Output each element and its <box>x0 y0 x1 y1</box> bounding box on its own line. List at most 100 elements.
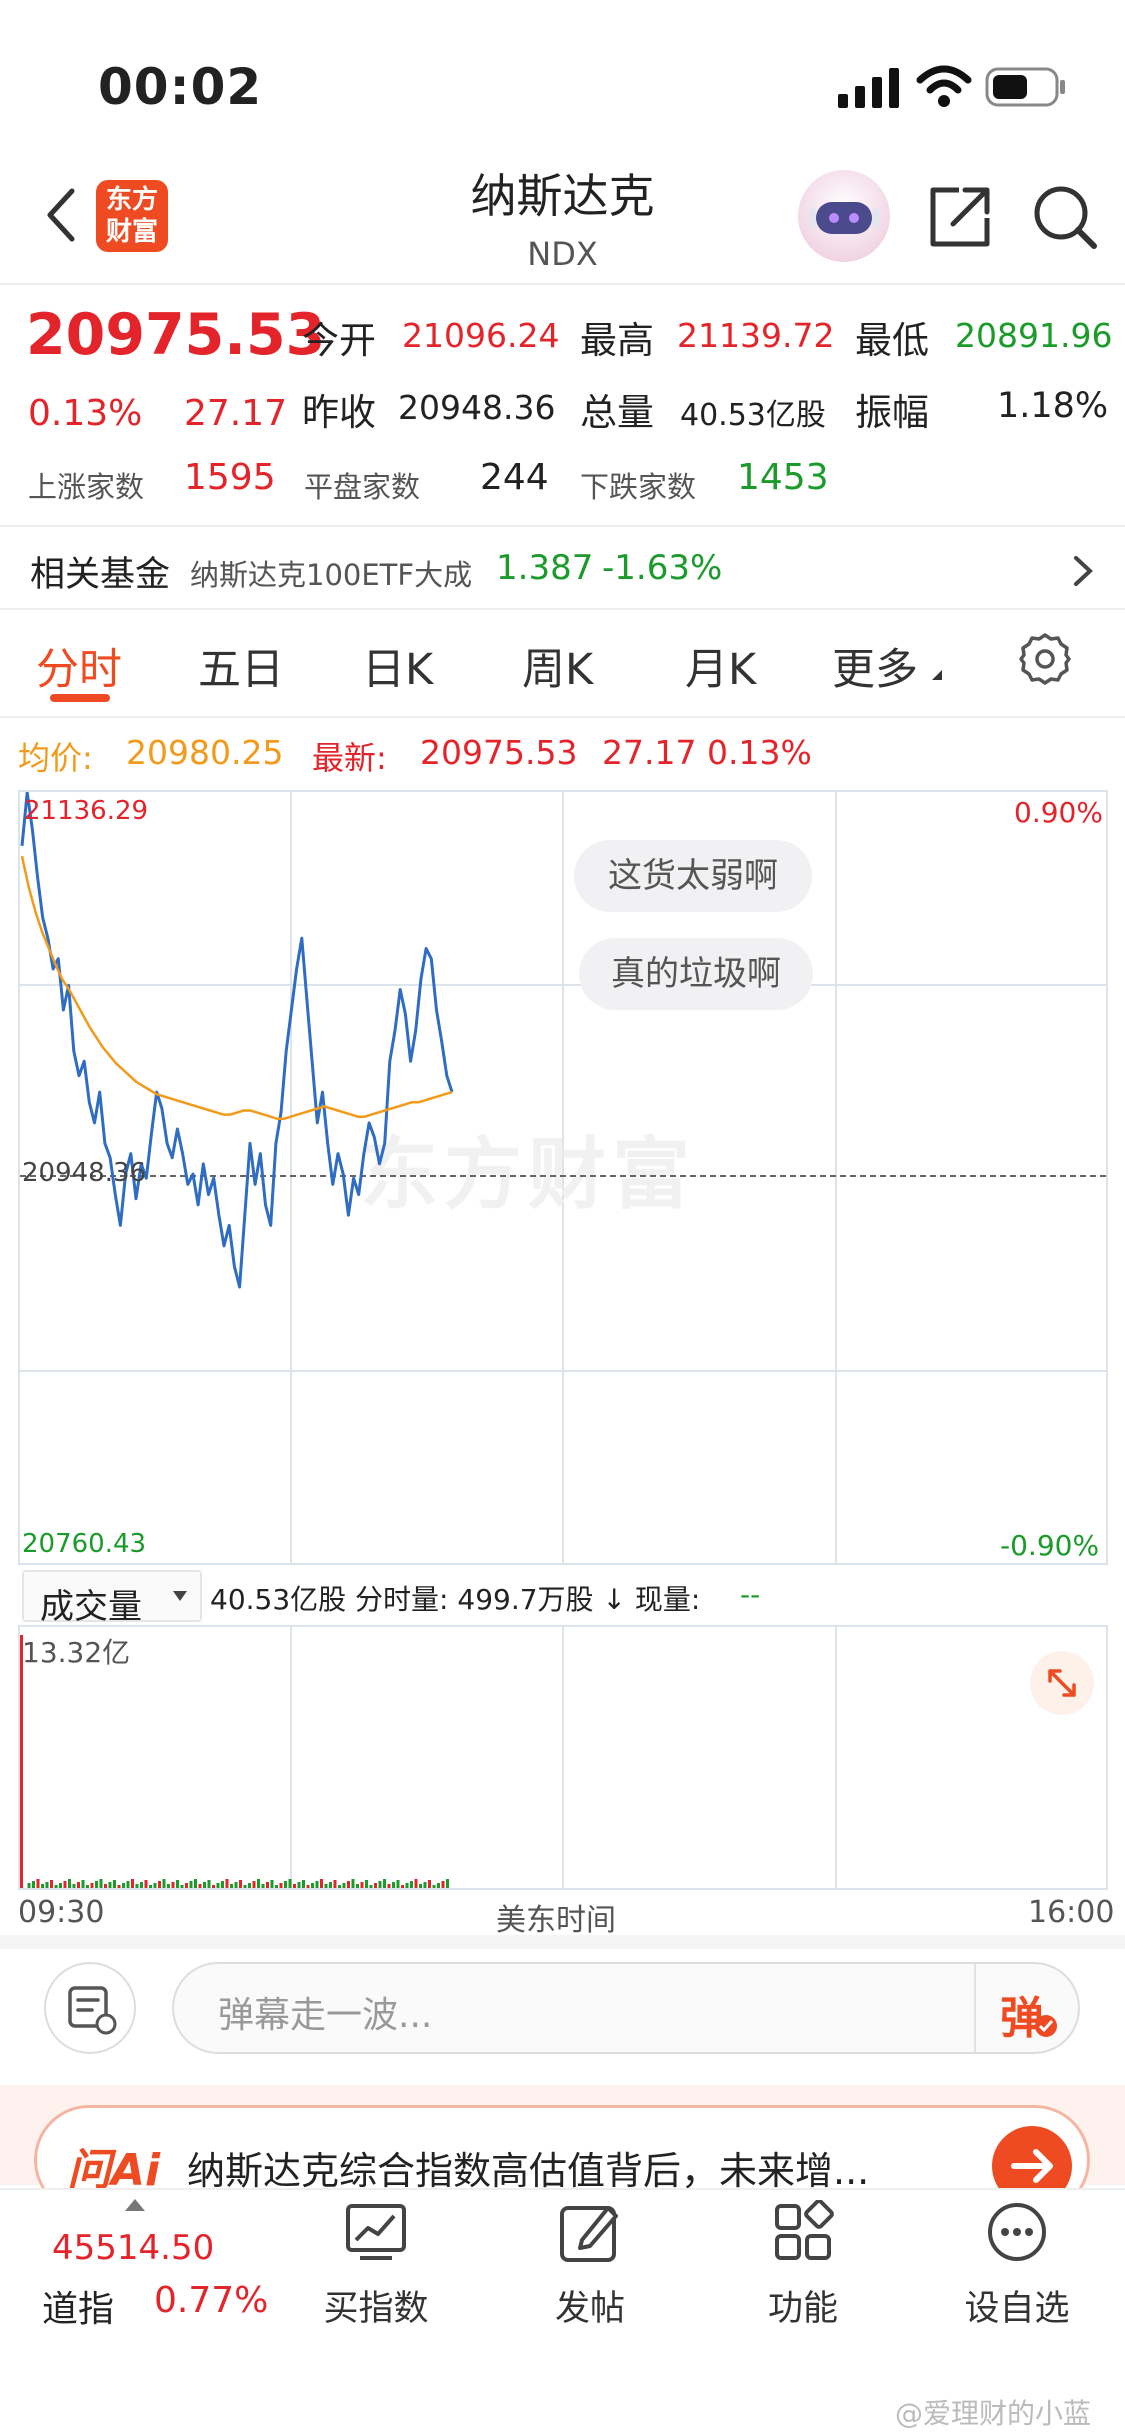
volume-bar <box>149 1885 152 1888</box>
volume-bar <box>63 1881 67 1888</box>
volume-bar <box>90 1883 94 1888</box>
volume-bar <box>270 1880 274 1888</box>
volume-bar <box>203 1882 206 1888</box>
buy-index-button[interactable]: 买指数 <box>276 2280 476 2331</box>
gear-icon[interactable] <box>1018 632 1072 686</box>
low-label: 最低 <box>855 319 929 362</box>
price-line-chart <box>20 792 454 1289</box>
volume-bar <box>189 1881 193 1888</box>
tab-five-day[interactable]: 五日 <box>198 635 284 697</box>
volume-bar <box>423 1882 427 1888</box>
volume-bar <box>50 1880 53 1888</box>
volume-selector[interactable]: 成交量 <box>22 1570 202 1627</box>
volume-bar <box>68 1879 71 1888</box>
volume-bar <box>135 1884 139 1888</box>
volume-bar <box>140 1882 143 1888</box>
volume-bar <box>77 1882 80 1888</box>
volume-bar <box>396 1880 400 1888</box>
volume-bar <box>333 1880 337 1888</box>
add-watchlist-button[interactable]: 设自选 <box>917 2280 1117 2331</box>
pct-min-label: -0.90% <box>1000 1529 1100 1562</box>
change-percent: 0.13% <box>28 393 143 434</box>
open-label: 今开 <box>302 319 376 362</box>
share-icon[interactable] <box>925 182 995 252</box>
volume-bar <box>374 1883 377 1888</box>
volume-bar <box>356 1884 359 1888</box>
avg-price-value: 20980.25 <box>126 733 284 772</box>
index-value[interactable]: 45514.50 <box>52 2228 214 2268</box>
search-icon[interactable] <box>1030 182 1100 252</box>
wifi-icon <box>916 64 972 108</box>
volume-bar <box>95 1881 98 1888</box>
tab-weekly-k[interactable]: 周K <box>522 635 593 697</box>
advancers-label: 上涨家数 <box>28 470 145 504</box>
volume-bar <box>234 1882 238 1888</box>
prev-close-label: 昨收 <box>302 391 376 434</box>
volume-bar <box>230 1884 233 1888</box>
index-name[interactable]: 道指 <box>42 2280 114 2332</box>
volume-bar <box>239 1880 242 1888</box>
volume-bars <box>20 1635 449 1888</box>
expand-icon[interactable] <box>1030 1651 1094 1715</box>
volume-bar <box>171 1882 175 1888</box>
volume-bar <box>297 1882 301 1888</box>
volume-bar <box>387 1884 391 1888</box>
volume-bar <box>324 1884 328 1888</box>
volume-bar <box>41 1884 44 1888</box>
volume-bar <box>279 1883 283 1888</box>
decliners-label: 下跌家数 <box>580 470 697 504</box>
fund-percent: -1.63% <box>602 548 723 588</box>
volume-bar <box>365 1880 368 1888</box>
tab-intraday[interactable]: 分时 <box>36 635 122 697</box>
volume-bar <box>288 1879 292 1888</box>
apps-icon[interactable] <box>703 2199 903 2268</box>
latest-label: 最新: <box>312 739 387 777</box>
index-percent[interactable]: 0.77% <box>154 2280 268 2321</box>
volume-bar <box>225 1879 229 1888</box>
danmu-input[interactable]: 弹幕走一波... 弹 <box>172 1962 1080 2054</box>
volume-bar <box>284 1881 287 1888</box>
volume-bar <box>383 1879 386 1888</box>
volume-bar <box>221 1881 224 1888</box>
related-fund-row[interactable]: 相关基金 纳斯达克100ETF大成 1.387 -1.63% <box>0 528 1125 608</box>
danmu-list-button[interactable] <box>44 1962 136 2054</box>
tab-daily-k[interactable]: 日K <box>362 635 433 697</box>
volume-bar <box>180 1885 184 1888</box>
function-button[interactable]: 功能 <box>703 2280 903 2331</box>
ai-banner-text: 纳斯达克综合指数高估值背后，未来增... <box>187 2149 870 2193</box>
volume-chart: 13.32亿 <box>18 1625 1108 1890</box>
volume-bar <box>144 1880 148 1888</box>
volume-bar <box>207 1880 211 1888</box>
amplitude-value: 1.18% <box>997 386 1109 426</box>
volume-bar <box>59 1883 62 1888</box>
volume-bar <box>446 1879 449 1888</box>
chart-icon[interactable] <box>276 2200 476 2268</box>
related-fund-label: 相关基金 <box>30 555 171 595</box>
volume-bar <box>158 1881 161 1888</box>
volume-bar <box>104 1884 107 1888</box>
volume-bar <box>153 1883 157 1888</box>
more-icon[interactable] <box>917 2200 1117 2268</box>
volume-bar <box>369 1885 373 1888</box>
danmu-bubble: 真的垃圾啊 <box>579 938 813 1010</box>
high-value: 21139.72 <box>677 316 835 355</box>
volume-bar <box>86 1885 89 1888</box>
volume-bar <box>257 1879 260 1888</box>
tab-more[interactable]: 更多 <box>832 635 918 697</box>
volume-bar <box>338 1885 341 1888</box>
tab-monthly-k[interactable]: 月K <box>685 635 756 697</box>
latest-percent: 0.13% <box>707 733 812 772</box>
triangle-down-icon <box>932 670 942 680</box>
edit-icon[interactable] <box>490 2200 690 2268</box>
y-min-label: 20760.43 <box>22 1529 147 1559</box>
check-icon <box>1035 2015 1057 2037</box>
price-chart[interactable]: 东方财富 21136.29 0.90% 20948.36 20760.43 -0… <box>18 790 1108 1565</box>
volume-bar <box>315 1881 319 1888</box>
post-button[interactable]: 发帖 <box>490 2280 690 2331</box>
high-label: 最高 <box>580 319 654 362</box>
volume-bar <box>198 1884 202 1888</box>
volume-bar <box>194 1879 197 1888</box>
volume-bar <box>311 1883 314 1888</box>
volume-bar <box>261 1884 265 1888</box>
robot-avatar[interactable] <box>798 170 890 262</box>
